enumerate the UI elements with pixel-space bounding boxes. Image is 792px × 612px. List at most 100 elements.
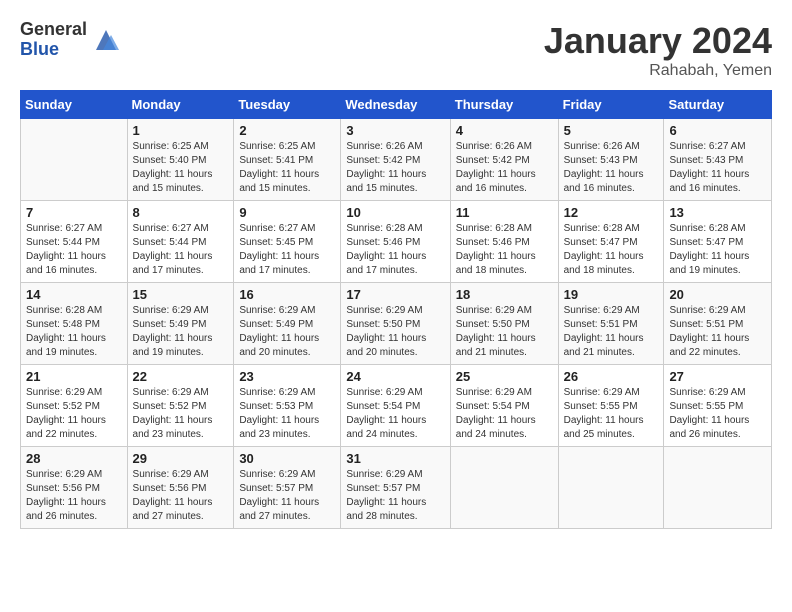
calendar-week-2: 14 Sunrise: 6:28 AMSunset: 5:48 PMDaylig…	[21, 283, 772, 365]
calendar-cell: 26 Sunrise: 6:29 AMSunset: 5:55 PMDaylig…	[558, 365, 664, 447]
calendar-week-3: 21 Sunrise: 6:29 AMSunset: 5:52 PMDaylig…	[21, 365, 772, 447]
day-number: 17	[346, 287, 444, 302]
calendar-header-row: SundayMondayTuesdayWednesdayThursdayFrid…	[21, 91, 772, 119]
day-info: Sunrise: 6:28 AMSunset: 5:47 PMDaylight:…	[669, 222, 766, 278]
header-saturday: Saturday	[664, 91, 772, 119]
calendar-cell: 2 Sunrise: 6:25 AMSunset: 5:41 PMDayligh…	[234, 119, 341, 201]
header-tuesday: Tuesday	[234, 91, 341, 119]
day-info: Sunrise: 6:29 AMSunset: 5:55 PMDaylight:…	[669, 386, 766, 442]
day-number: 1	[133, 123, 229, 138]
day-info: Sunrise: 6:27 AMSunset: 5:44 PMDaylight:…	[26, 222, 122, 278]
calendar-cell	[21, 119, 128, 201]
calendar-cell: 12 Sunrise: 6:28 AMSunset: 5:47 PMDaylig…	[558, 201, 664, 283]
calendar-cell: 22 Sunrise: 6:29 AMSunset: 5:52 PMDaylig…	[127, 365, 234, 447]
day-number: 21	[26, 369, 122, 384]
day-info: Sunrise: 6:29 AMSunset: 5:49 PMDaylight:…	[239, 304, 335, 360]
day-number: 23	[239, 369, 335, 384]
day-number: 20	[669, 287, 766, 302]
day-info: Sunrise: 6:28 AMSunset: 5:46 PMDaylight:…	[456, 222, 553, 278]
day-number: 31	[346, 451, 444, 466]
day-info: Sunrise: 6:26 AMSunset: 5:42 PMDaylight:…	[456, 140, 553, 196]
logo: General Blue	[20, 20, 121, 60]
calendar-cell: 6 Sunrise: 6:27 AMSunset: 5:43 PMDayligh…	[664, 119, 772, 201]
day-info: Sunrise: 6:28 AMSunset: 5:46 PMDaylight:…	[346, 222, 444, 278]
day-number: 11	[456, 205, 553, 220]
day-info: Sunrise: 6:29 AMSunset: 5:54 PMDaylight:…	[456, 386, 553, 442]
calendar-cell: 30 Sunrise: 6:29 AMSunset: 5:57 PMDaylig…	[234, 447, 341, 529]
day-number: 4	[456, 123, 553, 138]
logo-general-text: General	[20, 20, 87, 40]
calendar-cell: 15 Sunrise: 6:29 AMSunset: 5:49 PMDaylig…	[127, 283, 234, 365]
day-number: 24	[346, 369, 444, 384]
calendar-cell: 3 Sunrise: 6:26 AMSunset: 5:42 PMDayligh…	[341, 119, 450, 201]
title-block: January 2024 Rahabah, Yemen	[544, 20, 772, 80]
day-number: 10	[346, 205, 444, 220]
day-info: Sunrise: 6:29 AMSunset: 5:50 PMDaylight:…	[346, 304, 444, 360]
calendar-cell: 25 Sunrise: 6:29 AMSunset: 5:54 PMDaylig…	[450, 365, 558, 447]
day-number: 18	[456, 287, 553, 302]
calendar-cell: 8 Sunrise: 6:27 AMSunset: 5:44 PMDayligh…	[127, 201, 234, 283]
day-number: 7	[26, 205, 122, 220]
header-wednesday: Wednesday	[341, 91, 450, 119]
day-info: Sunrise: 6:29 AMSunset: 5:52 PMDaylight:…	[26, 386, 122, 442]
day-info: Sunrise: 6:29 AMSunset: 5:56 PMDaylight:…	[26, 468, 122, 524]
day-number: 25	[456, 369, 553, 384]
calendar-cell	[558, 447, 664, 529]
day-info: Sunrise: 6:29 AMSunset: 5:56 PMDaylight:…	[133, 468, 229, 524]
day-number: 16	[239, 287, 335, 302]
calendar-cell: 28 Sunrise: 6:29 AMSunset: 5:56 PMDaylig…	[21, 447, 128, 529]
day-info: Sunrise: 6:29 AMSunset: 5:53 PMDaylight:…	[239, 386, 335, 442]
header-monday: Monday	[127, 91, 234, 119]
day-info: Sunrise: 6:27 AMSunset: 5:44 PMDaylight:…	[133, 222, 229, 278]
day-number: 15	[133, 287, 229, 302]
day-info: Sunrise: 6:26 AMSunset: 5:43 PMDaylight:…	[564, 140, 659, 196]
calendar-cell: 17 Sunrise: 6:29 AMSunset: 5:50 PMDaylig…	[341, 283, 450, 365]
calendar-cell	[664, 447, 772, 529]
day-info: Sunrise: 6:25 AMSunset: 5:40 PMDaylight:…	[133, 140, 229, 196]
calendar-cell: 20 Sunrise: 6:29 AMSunset: 5:51 PMDaylig…	[664, 283, 772, 365]
calendar-week-1: 7 Sunrise: 6:27 AMSunset: 5:44 PMDayligh…	[21, 201, 772, 283]
day-number: 3	[346, 123, 444, 138]
calendar-cell: 24 Sunrise: 6:29 AMSunset: 5:54 PMDaylig…	[341, 365, 450, 447]
day-info: Sunrise: 6:29 AMSunset: 5:52 PMDaylight:…	[133, 386, 229, 442]
day-number: 5	[564, 123, 659, 138]
day-info: Sunrise: 6:28 AMSunset: 5:47 PMDaylight:…	[564, 222, 659, 278]
day-number: 19	[564, 287, 659, 302]
calendar-cell: 13 Sunrise: 6:28 AMSunset: 5:47 PMDaylig…	[664, 201, 772, 283]
day-info: Sunrise: 6:29 AMSunset: 5:55 PMDaylight:…	[564, 386, 659, 442]
calendar-cell: 10 Sunrise: 6:28 AMSunset: 5:46 PMDaylig…	[341, 201, 450, 283]
day-info: Sunrise: 6:25 AMSunset: 5:41 PMDaylight:…	[239, 140, 335, 196]
day-number: 27	[669, 369, 766, 384]
day-number: 29	[133, 451, 229, 466]
calendar-cell: 9 Sunrise: 6:27 AMSunset: 5:45 PMDayligh…	[234, 201, 341, 283]
day-number: 14	[26, 287, 122, 302]
header-thursday: Thursday	[450, 91, 558, 119]
day-info: Sunrise: 6:28 AMSunset: 5:48 PMDaylight:…	[26, 304, 122, 360]
calendar-cell: 23 Sunrise: 6:29 AMSunset: 5:53 PMDaylig…	[234, 365, 341, 447]
day-info: Sunrise: 6:29 AMSunset: 5:50 PMDaylight:…	[456, 304, 553, 360]
header-friday: Friday	[558, 91, 664, 119]
day-info: Sunrise: 6:27 AMSunset: 5:45 PMDaylight:…	[239, 222, 335, 278]
calendar-cell: 7 Sunrise: 6:27 AMSunset: 5:44 PMDayligh…	[21, 201, 128, 283]
day-number: 2	[239, 123, 335, 138]
day-number: 8	[133, 205, 229, 220]
day-number: 13	[669, 205, 766, 220]
calendar-cell: 21 Sunrise: 6:29 AMSunset: 5:52 PMDaylig…	[21, 365, 128, 447]
day-info: Sunrise: 6:29 AMSunset: 5:51 PMDaylight:…	[564, 304, 659, 360]
day-number: 6	[669, 123, 766, 138]
day-info: Sunrise: 6:29 AMSunset: 5:54 PMDaylight:…	[346, 386, 444, 442]
calendar-cell: 1 Sunrise: 6:25 AMSunset: 5:40 PMDayligh…	[127, 119, 234, 201]
calendar-week-4: 28 Sunrise: 6:29 AMSunset: 5:56 PMDaylig…	[21, 447, 772, 529]
day-number: 30	[239, 451, 335, 466]
calendar-cell: 14 Sunrise: 6:28 AMSunset: 5:48 PMDaylig…	[21, 283, 128, 365]
day-info: Sunrise: 6:27 AMSunset: 5:43 PMDaylight:…	[669, 140, 766, 196]
calendar-week-0: 1 Sunrise: 6:25 AMSunset: 5:40 PMDayligh…	[21, 119, 772, 201]
logo-blue-text: Blue	[20, 40, 87, 60]
day-number: 28	[26, 451, 122, 466]
day-number: 9	[239, 205, 335, 220]
day-number: 26	[564, 369, 659, 384]
calendar-cell: 19 Sunrise: 6:29 AMSunset: 5:51 PMDaylig…	[558, 283, 664, 365]
calendar-cell	[450, 447, 558, 529]
calendar-cell: 29 Sunrise: 6:29 AMSunset: 5:56 PMDaylig…	[127, 447, 234, 529]
calendar-table: SundayMondayTuesdayWednesdayThursdayFrid…	[20, 90, 772, 529]
